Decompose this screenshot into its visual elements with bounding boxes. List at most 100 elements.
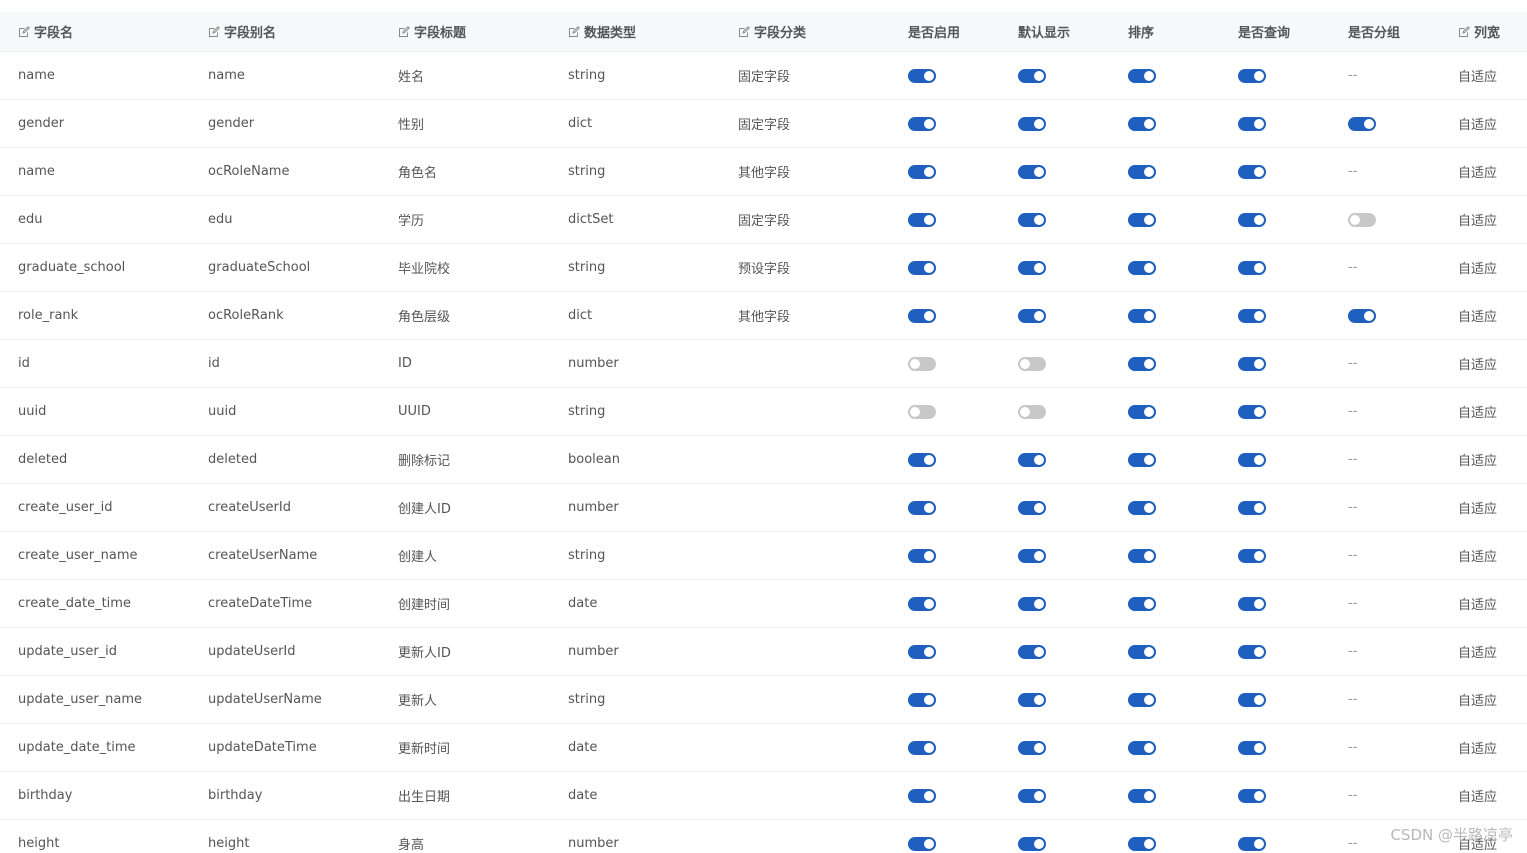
cell-width[interactable]: 自适应 [1440,435,1527,484]
cell-width[interactable]: 自适应 [1440,579,1527,628]
sort-toggle[interactable] [1128,692,1156,707]
sort-toggle[interactable] [1128,596,1156,611]
query-toggle[interactable] [1238,68,1266,83]
enabled-toggle[interactable] [908,308,936,323]
cell-width[interactable]: 自适应 [1440,531,1527,580]
sort-toggle[interactable] [1128,548,1156,563]
column-header[interactable]: 字段分类 [720,12,890,52]
sort-toggle[interactable] [1128,740,1156,755]
display-toggle[interactable] [1018,116,1046,131]
query-toggle[interactable] [1238,692,1266,707]
display-toggle[interactable] [1018,308,1046,323]
enabled-toggle[interactable] [908,260,936,275]
cell-width[interactable]: 自适应 [1440,291,1527,340]
display-toggle[interactable] [1018,692,1046,707]
sort-toggle[interactable] [1128,68,1156,83]
sort-toggle[interactable] [1128,836,1156,851]
display-toggle[interactable] [1018,68,1046,83]
sort-toggle[interactable] [1128,452,1156,467]
enabled-toggle[interactable] [908,404,936,419]
column-header[interactable]: 列宽 [1440,12,1527,52]
enabled-toggle[interactable] [908,596,936,611]
cell-width[interactable]: 自适应 [1440,771,1527,820]
sort-toggle[interactable] [1128,212,1156,227]
cell-width[interactable]: 自适应 [1440,195,1527,244]
query-toggle[interactable] [1238,308,1266,323]
edit-icon[interactable] [18,26,30,38]
column-header[interactable]: 字段标题 [380,12,550,52]
enabled-toggle[interactable] [908,452,936,467]
cell-width[interactable]: 自适应 [1440,675,1527,724]
group-toggle[interactable] [1348,116,1376,131]
enabled-toggle[interactable] [908,644,936,659]
cell-width[interactable]: 自适应 [1440,723,1527,772]
cell-width[interactable]: 自适应 [1440,387,1527,436]
display-toggle[interactable] [1018,644,1046,659]
enabled-toggle[interactable] [908,740,936,755]
enabled-toggle[interactable] [908,788,936,803]
enabled-toggle[interactable] [908,836,936,851]
column-header[interactable]: 字段名 [0,12,190,52]
sort-toggle[interactable] [1128,356,1156,371]
sort-toggle[interactable] [1128,116,1156,131]
cell-width[interactable]: 自适应 [1440,99,1527,148]
column-header[interactable]: 数据类型 [550,12,720,52]
edit-icon[interactable] [208,26,220,38]
enabled-toggle[interactable] [908,164,936,179]
enabled-toggle[interactable] [908,116,936,131]
display-toggle[interactable] [1018,836,1046,851]
edit-icon[interactable] [738,26,750,38]
query-toggle[interactable] [1238,260,1266,275]
query-toggle[interactable] [1238,452,1266,467]
enabled-toggle[interactable] [908,356,936,371]
enabled-toggle[interactable] [908,212,936,227]
cell-width[interactable]: 自适应 [1440,339,1527,388]
display-toggle[interactable] [1018,260,1046,275]
query-toggle[interactable] [1238,836,1266,851]
sort-toggle[interactable] [1128,500,1156,515]
enabled-toggle[interactable] [908,548,936,563]
cell-query [1220,291,1330,340]
cell-width[interactable]: 自适应 [1440,243,1527,292]
query-toggle[interactable] [1238,596,1266,611]
query-toggle[interactable] [1238,164,1266,179]
edit-icon[interactable] [568,26,580,38]
query-toggle[interactable] [1238,500,1266,515]
query-toggle[interactable] [1238,212,1266,227]
sort-toggle[interactable] [1128,788,1156,803]
enabled-toggle[interactable] [908,692,936,707]
display-toggle[interactable] [1018,596,1046,611]
sort-toggle[interactable] [1128,644,1156,659]
sort-toggle[interactable] [1128,404,1156,419]
query-toggle[interactable] [1238,548,1266,563]
query-toggle[interactable] [1238,740,1266,755]
cell-width[interactable]: 自适应 [1440,483,1527,532]
cell-width[interactable]: 自适应 [1440,627,1527,676]
sort-toggle[interactable] [1128,260,1156,275]
group-toggle[interactable] [1348,212,1376,227]
query-toggle[interactable] [1238,116,1266,131]
cell-width[interactable]: 自适应 [1440,51,1527,100]
display-toggle[interactable] [1018,788,1046,803]
group-toggle[interactable] [1348,308,1376,323]
sort-toggle[interactable] [1128,164,1156,179]
display-toggle[interactable] [1018,164,1046,179]
cell-width[interactable]: 自适应 [1440,147,1527,196]
display-toggle[interactable] [1018,356,1046,371]
query-toggle[interactable] [1238,404,1266,419]
query-toggle[interactable] [1238,356,1266,371]
enabled-toggle[interactable] [908,500,936,515]
sort-toggle[interactable] [1128,308,1156,323]
edit-icon[interactable] [1458,26,1470,38]
display-toggle[interactable] [1018,500,1046,515]
display-toggle[interactable] [1018,548,1046,563]
display-toggle[interactable] [1018,452,1046,467]
edit-icon[interactable] [398,26,410,38]
query-toggle[interactable] [1238,644,1266,659]
enabled-toggle[interactable] [908,68,936,83]
query-toggle[interactable] [1238,788,1266,803]
display-toggle[interactable] [1018,740,1046,755]
display-toggle[interactable] [1018,404,1046,419]
display-toggle[interactable] [1018,212,1046,227]
column-header[interactable]: 字段别名 [190,12,380,52]
